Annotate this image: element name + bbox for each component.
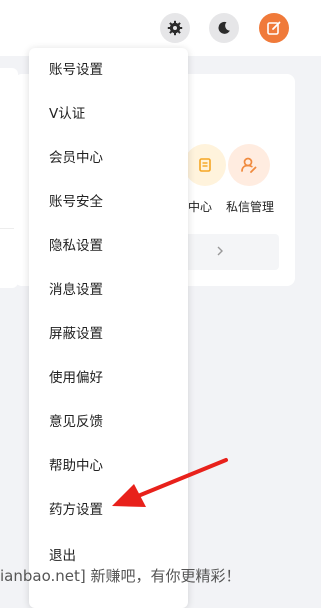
red-arrow-annotation	[112, 458, 228, 507]
